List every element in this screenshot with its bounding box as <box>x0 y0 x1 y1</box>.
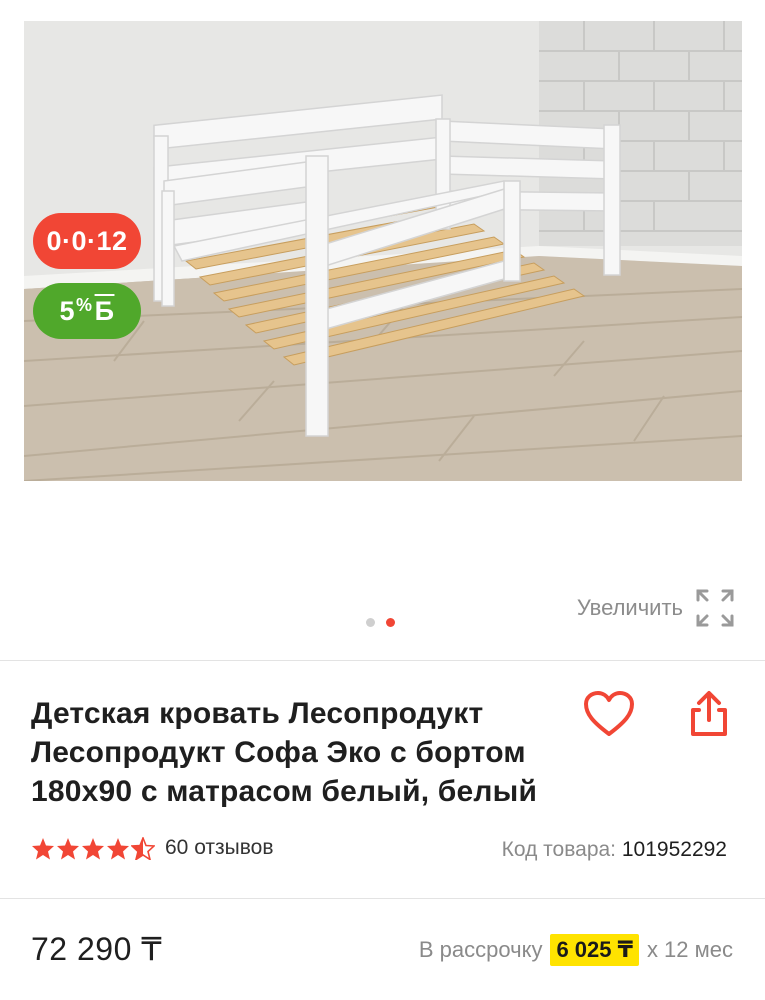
sku-label: Код товара: <box>501 838 617 861</box>
product-gallery[interactable]: 0·0·12 5% Б Увеличить <box>0 0 765 660</box>
reviews-link[interactable]: 60 отзывов <box>165 836 274 860</box>
star-icon <box>106 837 130 860</box>
share-button[interactable] <box>687 690 731 738</box>
section-divider <box>0 898 765 899</box>
zoom-button[interactable]: Увеличить <box>577 588 735 628</box>
star-icon <box>31 837 55 860</box>
gallery-dot-active[interactable] <box>386 618 395 627</box>
zoom-label: Увеличить <box>576 595 683 620</box>
bonus-badge-number: 5 <box>59 295 76 326</box>
bonus-badge-percent: % <box>76 294 93 315</box>
expand-icon <box>695 588 735 628</box>
heart-icon <box>584 691 634 736</box>
share-icon <box>691 691 727 736</box>
installment-suffix: х 12 мес <box>646 937 733 962</box>
product-title: Детская кровать Лесопродукт Лесопродукт … <box>31 697 538 808</box>
star-icon <box>56 837 80 860</box>
installment-amount: 6 025 ₸ <box>550 934 639 966</box>
product-price: 72 290 ₸ <box>31 931 163 967</box>
product-sku: Код товара: 101952292 <box>502 838 727 862</box>
installment-badge-text: 0·0·12 <box>46 225 128 256</box>
star-half-icon <box>131 836 155 860</box>
installment-prefix: В рассрочку <box>418 937 543 962</box>
product-actions <box>583 690 731 738</box>
bonus-badge: 5% Б <box>33 283 141 339</box>
favorite-button[interactable] <box>583 690 635 738</box>
bonus-badge-symbol: Б <box>94 295 115 326</box>
star-icon <box>81 837 105 860</box>
installment-info[interactable]: В рассрочку 6 025 ₸ х 12 мес <box>419 934 733 966</box>
gallery-dot[interactable] <box>366 618 375 627</box>
gallery-pagination <box>366 618 395 627</box>
sku-value: 101952292 <box>621 838 727 861</box>
installment-badge: 0·0·12 <box>33 213 141 269</box>
section-divider <box>0 660 765 661</box>
rating-row[interactable]: 60 отзывов <box>31 836 274 860</box>
rating-stars <box>31 836 155 860</box>
